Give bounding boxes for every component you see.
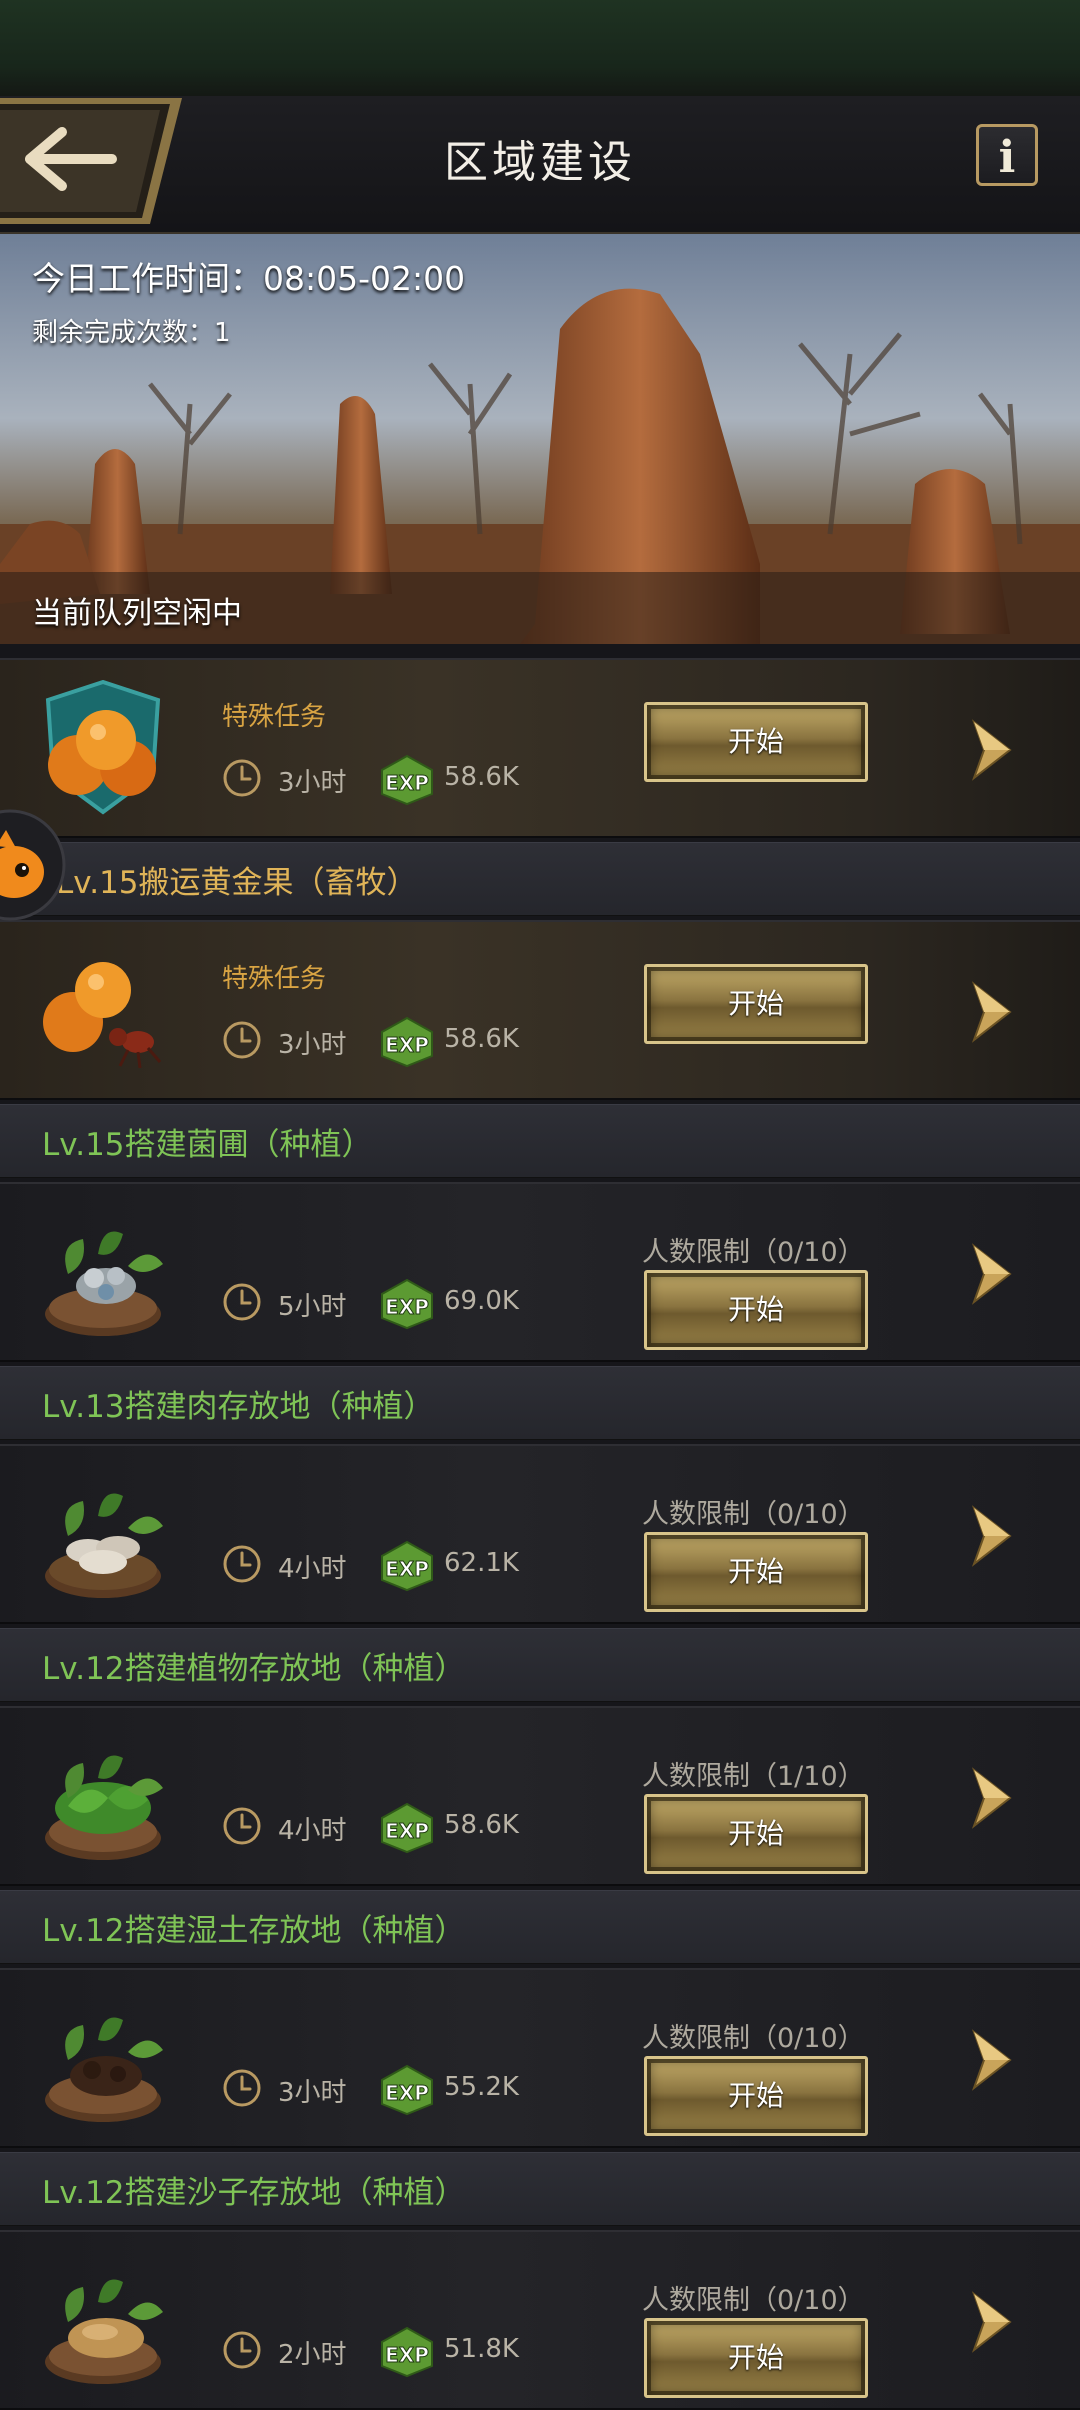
chevron-right-icon[interactable]: [970, 980, 1014, 1044]
chevron-right-icon[interactable]: [970, 1242, 1014, 1306]
member-limit-text: 人数限制（0/10）: [642, 2023, 865, 2054]
section-header: Lv.12搭建湿土存放地（种植）: [0, 1890, 1080, 1964]
clock-icon: [223, 2069, 261, 2107]
section-header: Lv.12搭建植物存放地（种植）: [0, 1628, 1080, 1702]
exp-icon: EXP: [381, 1802, 433, 1854]
remaining-count-text: 剩余完成次数：1: [32, 318, 231, 348]
clock-icon: [223, 1021, 261, 1059]
golden-fruit-icon: [45, 680, 161, 815]
special-task-label: 特殊任务: [222, 964, 327, 994]
exp-icon: EXP: [381, 2326, 433, 2378]
exp-value: 58.6K: [444, 762, 519, 792]
start-button[interactable]: 开始: [644, 1532, 868, 1612]
exp-value: 62.1K: [444, 1548, 519, 1578]
fungus-garden-icon: [45, 1231, 163, 1336]
start-button[interactable]: 开始: [644, 964, 868, 1044]
exp-label: EXP: [385, 1295, 429, 1319]
plant-storage-icon: [45, 1755, 163, 1860]
section-title: Lv.12搭建湿土存放地（种植）: [42, 1913, 466, 1949]
section-title: Lv.13搭建肉存放地（种植）: [42, 1389, 435, 1425]
exp-icon: EXP: [381, 2064, 433, 2116]
exp-value: 69.0K: [444, 1286, 519, 1316]
golden-fruit-ant-icon: [43, 962, 162, 1069]
exp-icon: EXP: [381, 1016, 433, 1068]
start-button[interactable]: 开始: [644, 2318, 868, 2398]
top-header: 区域建设 i: [0, 96, 1080, 234]
exp-value: 58.6K: [444, 1810, 519, 1840]
duration-text: 3小时: [278, 2078, 347, 2108]
duration-text: 5小时: [278, 1292, 347, 1322]
start-button[interactable]: 开始: [644, 1794, 868, 1874]
chevron-right-icon[interactable]: [970, 718, 1014, 782]
chevron-right-icon[interactable]: [970, 1766, 1014, 1830]
section-title: Lv.15搭建菌圃（种植）: [42, 1127, 373, 1163]
work-time-text: 今日工作时间：08:05-02:00: [32, 259, 466, 298]
exp-icon: EXP: [381, 754, 433, 806]
duration-text: 3小时: [278, 1030, 347, 1060]
start-button[interactable]: 开始: [644, 2056, 868, 2136]
section-title: Lv.12搭建沙子存放地（种植）: [42, 2175, 466, 2211]
meat-storage-icon: [45, 1493, 163, 1598]
start-button[interactable]: 开始: [644, 702, 868, 782]
member-limit-text: 人数限制（1/10）: [642, 1761, 865, 1792]
duration-text: 4小时: [278, 1816, 347, 1846]
exp-label: EXP: [385, 1819, 429, 1843]
section-title: Lv.15搬运黄金果（畜牧）: [56, 865, 418, 901]
member-limit-text: 人数限制（0/10）: [642, 2285, 865, 2316]
duration-text: 2小时: [278, 2340, 347, 2370]
special-task-label: 特殊任务: [222, 702, 327, 732]
exp-label: EXP: [385, 2343, 429, 2367]
task-row[interactable]: 特殊任务 3小时 EXP 58.6K 开始: [0, 658, 1080, 838]
chevron-right-icon[interactable]: [970, 2290, 1014, 2354]
section-header: Lv.12搭建沙子存放地（种植）: [0, 2152, 1080, 2226]
task-row[interactable]: 4小时 EXP 62.1K 人数限制（0/10） 开始: [0, 1444, 1080, 1624]
duration-text: 4小时: [278, 1554, 347, 1584]
exp-icon: EXP: [381, 1278, 433, 1330]
exp-label: EXP: [385, 1557, 429, 1581]
section-header: Lv.15搭建菌圃（种植）: [0, 1104, 1080, 1178]
duration-text: 3小时: [278, 768, 347, 798]
exp-value: 58.6K: [444, 1024, 519, 1054]
exp-label: EXP: [385, 1033, 429, 1057]
exp-icon: EXP: [381, 1540, 433, 1592]
task-row[interactable]: 2小时 EXP 51.8K 人数限制（0/10） 开始: [0, 2230, 1080, 2410]
exp-label: EXP: [385, 2081, 429, 2105]
exp-value: 55.2K: [444, 2072, 519, 2102]
clock-icon: [223, 1283, 261, 1321]
clock-icon: [223, 1807, 261, 1845]
page-title: 区域建设: [444, 137, 636, 188]
sand-storage-icon: [45, 2279, 163, 2384]
queue-status-text: 当前队列空闲中: [32, 596, 242, 631]
member-limit-text: 人数限制（0/10）: [642, 1499, 865, 1530]
chevron-right-icon[interactable]: [970, 1504, 1014, 1568]
wet-soil-storage-icon: [45, 2017, 163, 2122]
task-row[interactable]: 4小时 EXP 58.6K 人数限制（1/10） 开始: [0, 1706, 1080, 1886]
task-row[interactable]: 特殊任务 3小时 EXP 58.6K 开始: [0, 920, 1080, 1100]
section-header: Lv.15搬运黄金果（畜牧）: [0, 842, 1080, 916]
exp-value: 51.8K: [444, 2334, 519, 2364]
pet-companion-icon[interactable]: [0, 800, 66, 930]
clock-icon: [223, 2331, 261, 2369]
start-button[interactable]: 开始: [644, 1270, 868, 1350]
task-row[interactable]: 3小时 EXP 55.2K 人数限制（0/10） 开始: [0, 1968, 1080, 2148]
status-bar-area: [0, 0, 1080, 96]
clock-icon: [223, 1545, 261, 1583]
exp-label: EXP: [385, 771, 429, 795]
info-button[interactable]: i: [976, 124, 1038, 186]
clock-icon: [223, 759, 261, 797]
task-row[interactable]: 5小时 EXP 69.0K 人数限制（0/10） 开始: [0, 1182, 1080, 1362]
chevron-right-icon[interactable]: [970, 2028, 1014, 2092]
member-limit-text: 人数限制（0/10）: [642, 1237, 865, 1268]
section-header: Lv.13搭建肉存放地（种植）: [0, 1366, 1080, 1440]
section-title: Lv.12搭建植物存放地（种植）: [42, 1651, 466, 1687]
